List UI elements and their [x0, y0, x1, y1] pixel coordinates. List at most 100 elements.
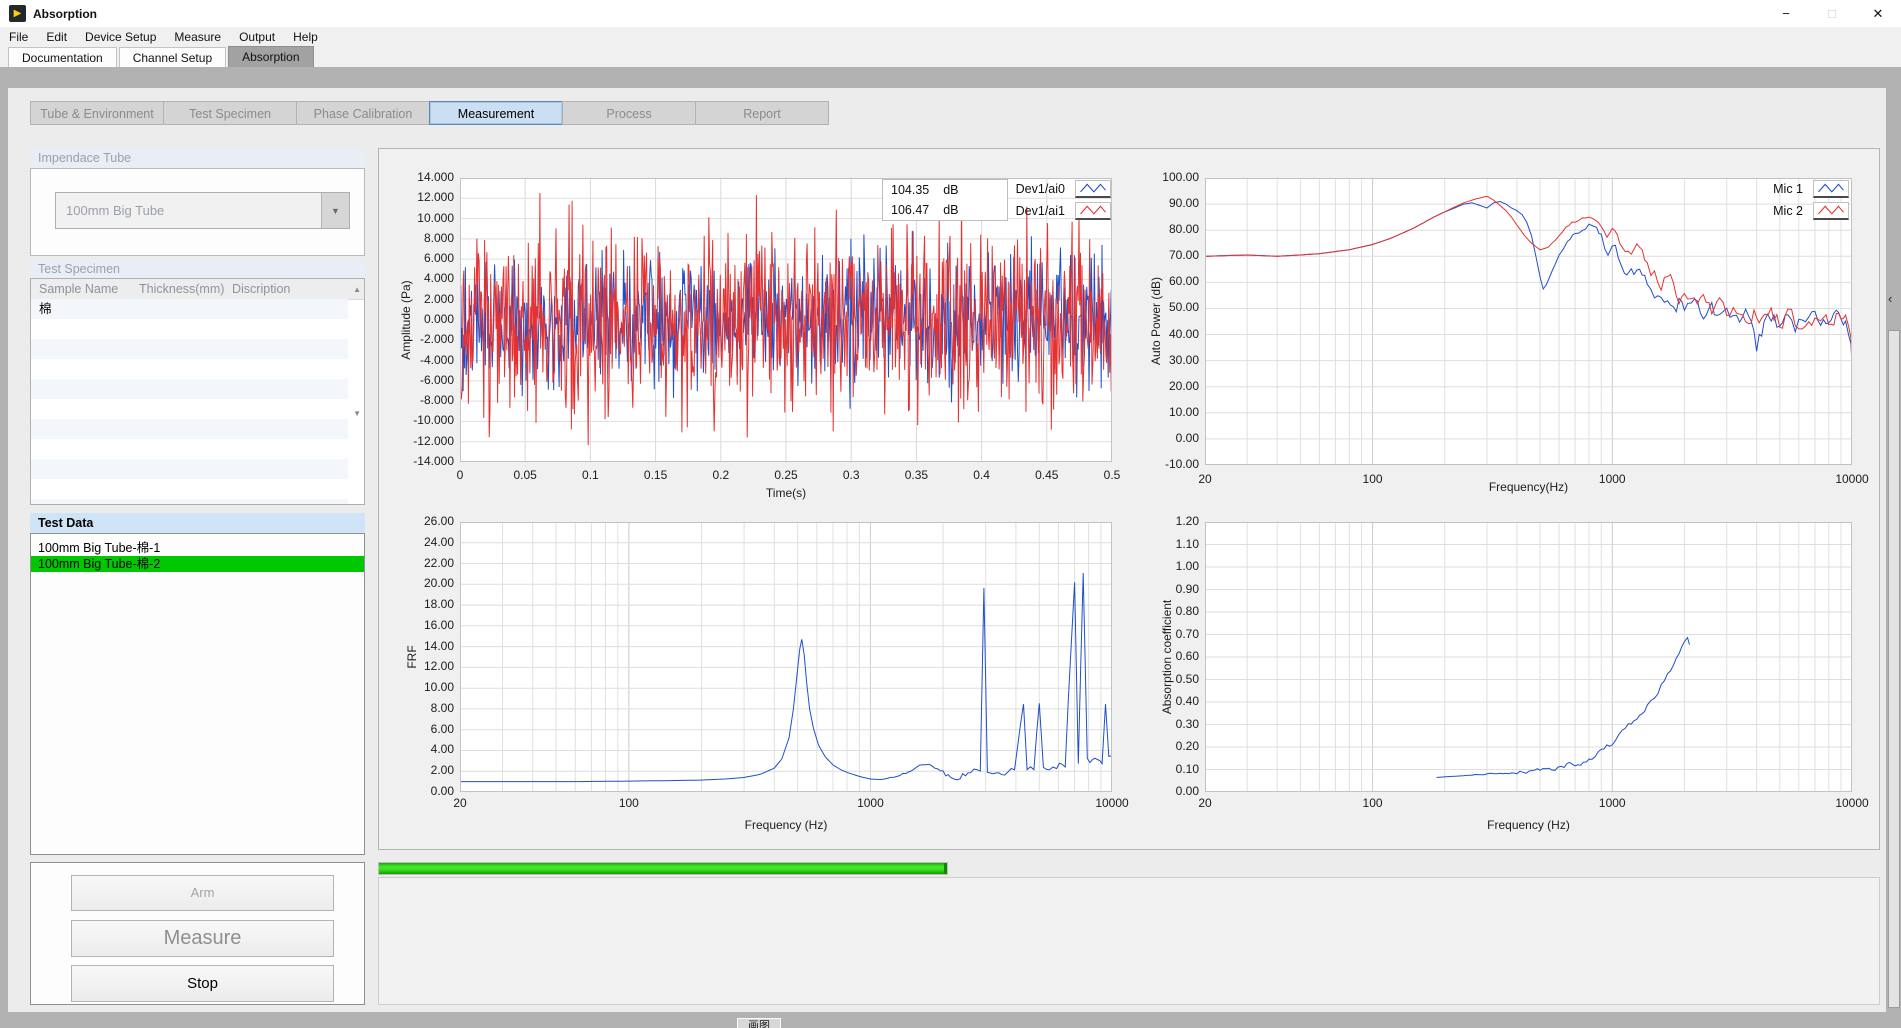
level-readout: 106.47dB — [883, 200, 1007, 220]
progress-fill — [379, 863, 947, 874]
maximize-button[interactable]: □ — [1809, 0, 1855, 27]
level-readout: 104.35dB — [883, 180, 1007, 200]
subtab-tube-environment[interactable]: Tube & Environment — [30, 101, 164, 125]
subtab-measurement[interactable]: Measurement — [429, 101, 563, 125]
title-bar: ▶ Absorption − □ ✕ — [0, 0, 1901, 27]
y-axis-label: FRF — [405, 645, 419, 668]
menu-device-setup[interactable]: Device Setup — [76, 27, 165, 46]
subtab-phase-calibration[interactable]: Phase Calibration — [296, 101, 430, 125]
impedance-tube-header: Impendace Tube — [30, 148, 365, 168]
axis-tick: 20.00 — [1133, 379, 1199, 393]
axis-tick: 0.00 — [1133, 431, 1199, 445]
table-row[interactable]: 棉 — [31, 299, 52, 319]
axis-tick: 10000 — [1812, 796, 1892, 810]
axis-tick: -14.000 — [388, 454, 454, 468]
window-controls: − □ ✕ — [1763, 0, 1901, 27]
close-button[interactable]: ✕ — [1855, 0, 1901, 27]
sub-tab-bar: Tube & Environment Test Specimen Phase C… — [30, 101, 828, 125]
axis-tick: 1000 — [830, 796, 910, 810]
taskbar-chip[interactable]: 画图 — [737, 1018, 781, 1028]
menu-edit[interactable]: Edit — [37, 27, 76, 46]
tube-select-dropdown[interactable]: 100mm Big Tube ▼ — [55, 192, 350, 229]
legend-entry[interactable]: Dev1/ai1 — [1016, 200, 1111, 222]
axis-tick: 0.05 — [485, 468, 565, 482]
subtab-test-specimen[interactable]: Test Specimen — [163, 101, 297, 125]
absorption-coefficient-chart: Absorption coefficient Frequency (Hz) 1.… — [1140, 492, 1866, 832]
legend-entry[interactable]: Mic 1 — [1773, 178, 1849, 200]
axis-tick: 0.3 — [811, 468, 891, 482]
axis-tick: 0.30 — [1133, 717, 1199, 731]
tab-documentation[interactable]: Documentation — [8, 47, 117, 67]
dropdown-arrow-icon[interactable]: ▼ — [321, 193, 349, 228]
axis-tick: 0.45 — [1007, 468, 1087, 482]
axis-tick: 30.00 — [1133, 353, 1199, 367]
arm-button[interactable]: Arm — [71, 875, 334, 911]
auto-power-chart: Auto Power (dB) Frequency(Hz) Mic 1 Mic … — [1140, 148, 1866, 500]
test-specimen-header: Test Specimen — [30, 259, 365, 278]
y-axis-label: Auto Power (dB) — [1149, 277, 1163, 365]
axis-tick: 20 — [1165, 796, 1245, 810]
legend-label: Dev1/ai1 — [1016, 204, 1065, 218]
tab-channel-setup[interactable]: Channel Setup — [119, 47, 226, 67]
menu-help[interactable]: Help — [284, 27, 327, 46]
plot-legend: Mic 1 Mic 2 — [1773, 178, 1849, 222]
axis-tick: 16.00 — [388, 618, 454, 632]
test-data-header: Test Data — [30, 513, 365, 533]
legend-label: Dev1/ai0 — [1016, 182, 1065, 196]
status-panel — [378, 877, 1880, 1005]
axis-tick: 26.00 — [388, 514, 454, 528]
axis-tick: 0.2 — [681, 468, 761, 482]
list-item-selected[interactable]: 100mm Big Tube-棉-2 — [31, 556, 364, 572]
axis-tick: 0.00 — [1133, 784, 1199, 798]
waveform-glyph-icon — [1813, 202, 1849, 220]
y-axis-label: Amplitude (Pa) — [399, 280, 413, 359]
x-axis-label: Frequency (Hz) — [1205, 818, 1852, 832]
x-axis-label: Frequency (Hz) — [460, 818, 1112, 832]
axis-tick: 40.00 — [1133, 327, 1199, 341]
waveform-glyph-icon — [1075, 202, 1111, 220]
stop-button[interactable]: Stop — [71, 965, 334, 1002]
scroll-down-icon[interactable]: ▼ — [353, 409, 361, 418]
axis-tick: 0.35 — [876, 468, 956, 482]
legend-entry[interactable]: Mic 2 — [1773, 200, 1849, 222]
main-tab-bar: Documentation Channel Setup Absorption — [0, 46, 1901, 67]
axis-tick: 10.000 — [388, 211, 454, 225]
level-readout-value: 106.47 — [891, 203, 929, 217]
scroll-up-icon[interactable]: ▲ — [353, 285, 361, 294]
progress-bar — [378, 862, 948, 875]
measure-button[interactable]: Measure — [71, 920, 334, 957]
collapse-arrow-icon[interactable]: ‹ — [1888, 291, 1892, 306]
level-readout-box: 104.35dB 106.47dB — [882, 179, 1008, 221]
minimize-button[interactable]: − — [1763, 0, 1809, 27]
axis-tick: 0.00 — [388, 784, 454, 798]
plot-area — [1205, 178, 1852, 465]
axis-tick: 70.00 — [1133, 248, 1199, 262]
axis-tick: -6.000 — [388, 373, 454, 387]
axis-tick: 0.25 — [746, 468, 826, 482]
legend-label: Mic 1 — [1773, 182, 1803, 196]
axis-tick: 50.00 — [1133, 300, 1199, 314]
menu-output[interactable]: Output — [230, 27, 284, 46]
menu-file[interactable]: File — [0, 27, 37, 46]
tab-absorption[interactable]: Absorption — [228, 46, 313, 67]
axis-tick: -8.000 — [388, 393, 454, 407]
app-window: ▶ Absorption − □ ✕ File Edit Device Setu… — [0, 0, 1901, 1028]
axis-tick: 2.00 — [388, 763, 454, 777]
subtab-report[interactable]: Report — [695, 101, 829, 125]
axis-tick: 0.1 — [550, 468, 630, 482]
test-specimen-table: Sample Name Thickness(mm) Discription 棉 … — [30, 278, 365, 505]
axis-tick: 8.00 — [388, 701, 454, 715]
axis-tick: -10.000 — [388, 413, 454, 427]
vertical-scrollbar-thumb[interactable] — [1888, 330, 1900, 1008]
axis-tick: -10.00 — [1133, 457, 1199, 471]
menu-measure[interactable]: Measure — [165, 27, 230, 46]
axis-tick: 1000 — [1572, 796, 1652, 810]
list-item[interactable]: 100mm Big Tube-棉-1 — [31, 540, 364, 556]
axis-tick: -4.000 — [388, 353, 454, 367]
axis-tick: 100 — [1333, 796, 1413, 810]
subtab-process[interactable]: Process — [562, 101, 696, 125]
axis-tick: 4.00 — [388, 742, 454, 756]
legend-entry[interactable]: Dev1/ai0 — [1016, 178, 1111, 200]
time-waveform-chart: Amplitude (Pa) Time(s) 104.35dB 106.47dB… — [390, 148, 1116, 500]
axis-tick: 100.00 — [1133, 170, 1199, 184]
